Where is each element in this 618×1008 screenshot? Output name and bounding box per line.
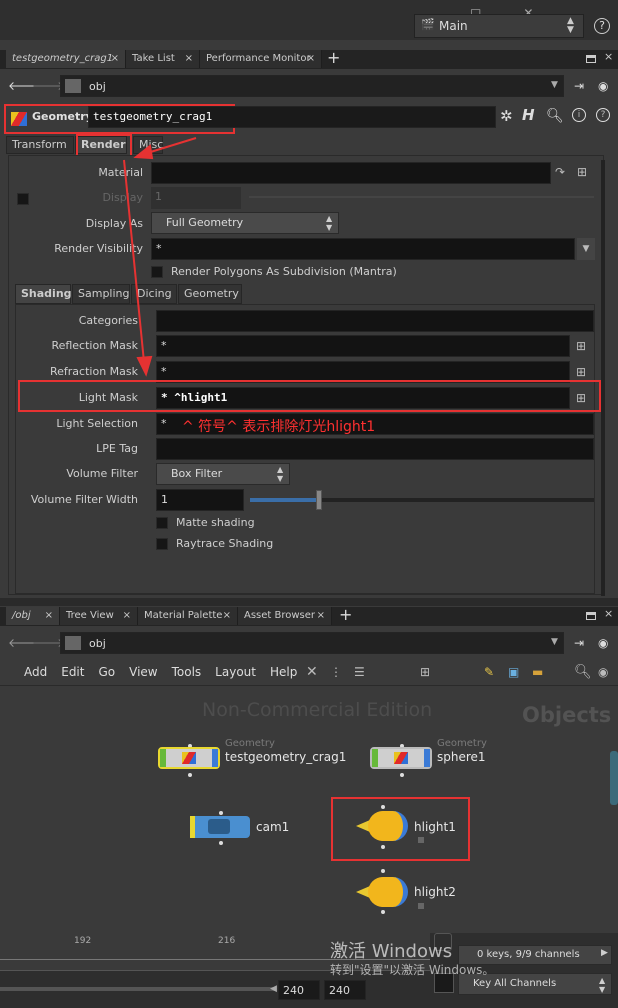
light-bulb-icon [368,811,408,841]
node-testgeometry-crag1[interactable] [158,747,220,769]
render-flag[interactable] [424,749,430,767]
context-label: Objects [522,703,612,727]
node-output[interactable] [381,845,385,849]
node-name-label: hlight2 [414,885,456,899]
menu: Add Edit Go View Tools Layout Help [24,665,311,679]
range-slider[interactable] [0,987,276,991]
node-type-label: Geometry [437,738,487,749]
node-sphere1[interactable] [370,747,432,769]
tab-material-palette[interactable]: Material Palette × [138,607,238,625]
node-name-label: hlight1 [414,820,456,834]
menu-tools[interactable]: Tools [172,665,202,679]
node-hlight1[interactable] [356,811,408,841]
arrow-to-light-mask [123,159,145,363]
grid-icon[interactable]: ⊞ [420,664,430,680]
node-cam1[interactable] [190,816,250,838]
wrench-icon[interactable]: ✕ [306,664,318,680]
tab-tree-view[interactable]: Tree View × [60,607,138,625]
obj-icon [65,636,81,650]
node-output[interactable] [219,841,223,845]
range-handle-icon[interactable]: ◀ [270,984,277,994]
end-frame-value: 240 [283,984,304,997]
display-flag[interactable] [160,749,166,767]
menu-edit[interactable]: Edit [61,665,84,679]
watermark: Non-Commercial Edition [202,699,433,721]
node-output[interactable] [381,910,385,914]
search-icon[interactable]: 🔍︎ [574,664,592,680]
display-flag[interactable] [372,749,378,767]
node-type-label: Geometry [225,738,275,749]
lock-icon [418,837,424,843]
geometry-icon [394,752,408,764]
tab-label: Asset Browser [244,610,316,621]
list-icon[interactable]: ☰ [354,664,365,680]
light-bulb-icon [368,877,408,907]
arrow-head [133,144,154,160]
tab-label: Tree View [66,610,114,621]
tab-label: Material Palette [144,610,223,621]
close-icon[interactable]: × [223,607,231,625]
node-output[interactable] [188,773,192,777]
camera-icon [208,819,230,834]
node-name-label: cam1 [256,820,290,834]
menu-help[interactable]: Help [270,665,297,679]
menu-add[interactable]: Add [24,665,47,679]
pane-menu-icon[interactable] [586,612,596,620]
tab-label: /obj [12,610,31,621]
range-end-field[interactable]: 240 [324,980,366,1000]
path-text: obj [89,637,106,650]
close-icon[interactable]: × [123,607,131,625]
node-output[interactable] [400,773,404,777]
node-input[interactable] [381,805,385,809]
tick-label: 216 [218,936,236,946]
tick-label: 192 [74,936,92,946]
lock-icon [418,903,424,909]
tab-obj[interactable]: /obj × [6,607,60,625]
range-end-value: 240 [329,984,350,997]
tree-icon[interactable]: ⋮ [330,664,342,680]
path-field[interactable]: obj ▼ [60,632,564,654]
menu-go[interactable]: Go [98,665,115,679]
box-icon[interactable]: ▬ [532,664,543,680]
activation-title: 激活 Windows [330,941,453,962]
node-name-label: testgeometry_crag1 [225,750,347,764]
pane-splitter[interactable] [0,598,618,606]
menu-layout[interactable]: Layout [215,665,256,679]
activation-subtitle: 转到"设置"以激活 Windows。 [330,963,495,977]
updown-icon: ▲ ▼ [599,976,606,994]
nav-bar-bottom: 🡐 🡒 obj ▼ ⇥ ◉ [0,627,618,659]
arrow-icon: ▶ [601,948,608,958]
tab-asset-browser[interactable]: Asset Browser × [238,607,332,625]
maximize-icon[interactable]: × [604,607,613,620]
node-hlight2[interactable] [356,877,408,907]
close-icon[interactable]: × [317,607,325,625]
network-menu-bar: Add Edit Go View Tools Layout Help ✕ ⋮ ☰ ⊞ ✎ ▣… [0,660,618,686]
menu-view[interactable]: View [129,665,157,679]
add-tab-icon[interactable]: + [339,605,352,624]
timeline: 192 216 ◀ 240 240 0 keys, 9/9 channels ▶… [0,933,618,1008]
keys-info-text: 0 keys, 9/9 channels [477,949,580,960]
image-icon[interactable]: ▣ [508,664,519,680]
network-editor[interactable]: Non-Commercial Edition Objects Geometry … [0,687,618,933]
link-icon[interactable]: ◉ [598,635,608,651]
camera-icon[interactable]: ◉ [598,664,608,680]
node-input[interactable] [219,811,223,815]
node-input[interactable] [381,869,385,873]
note-icon[interactable]: ✎ [484,664,494,680]
network-scrollbar[interactable] [610,751,618,805]
pane-tabs-bottom: /obj × Tree View × Material Palette × Asset… [0,605,618,626]
display-flag[interactable] [190,816,195,838]
arrow-head [136,355,153,377]
render-flag[interactable] [212,749,218,767]
geometry-icon [182,752,196,764]
close-icon[interactable]: × [45,607,53,625]
pin-icon[interactable]: ⇥ [574,635,584,651]
key-all-text: Key All Channels [473,978,557,989]
end-frame-field[interactable]: 240 [278,980,320,1000]
node-name-label: sphere1 [437,750,486,764]
dropdown-icon[interactable]: ▼ [551,637,558,647]
